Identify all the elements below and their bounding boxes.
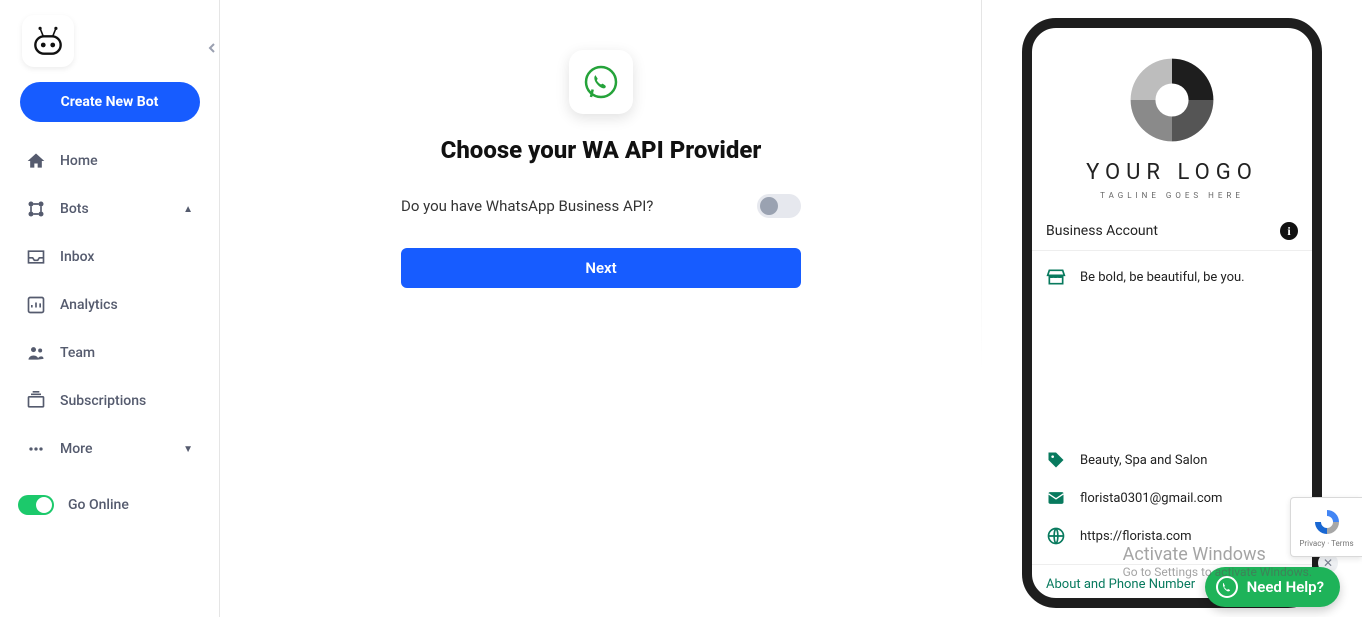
business-account-label: Business Account <box>1046 223 1158 239</box>
bio-row: Be bold, be beautiful, be you. <box>1046 267 1298 287</box>
analytics-icon <box>26 295 46 315</box>
sidebar-item-label: Bots <box>60 201 89 217</box>
sidebar-item-label: Home <box>60 153 98 169</box>
team-icon <box>26 343 46 363</box>
bio-text: Be bold, be beautiful, be you. <box>1080 270 1245 285</box>
business-details: Be bold, be beautiful, be you. Beauty, S… <box>1032 251 1312 564</box>
need-help-button[interactable]: Need Help? <box>1205 567 1340 607</box>
recaptcha-icon <box>1312 507 1342 537</box>
phone-preview: YOUR LOGO TAGLINE GOES HERE Business Acc… <box>1022 18 1322 608</box>
whatsapp-icon <box>581 62 621 102</box>
vertical-divider <box>981 0 982 617</box>
sidebar-item-label: Subscriptions <box>60 393 146 409</box>
info-icon[interactable]: i <box>1280 222 1298 240</box>
sidebar-item-subscriptions[interactable]: Subscriptions <box>10 377 209 425</box>
inbox-icon <box>26 247 46 267</box>
sidebar-collapse-button[interactable] <box>204 40 220 56</box>
sidebar-item-more[interactable]: More ▼ <box>10 425 209 473</box>
home-icon <box>26 151 46 171</box>
tag-icon <box>1046 450 1066 470</box>
api-toggle[interactable] <box>757 194 801 218</box>
brand-text: YOUR LOGO <box>1086 160 1258 185</box>
email-row: florista0301@gmail.com <box>1046 488 1298 508</box>
category-text: Beauty, Spa and Salon <box>1080 453 1207 468</box>
sidebar-item-label: Inbox <box>60 249 94 265</box>
chevron-left-icon <box>207 43 217 53</box>
caret-up-icon: ▲ <box>183 204 193 215</box>
api-question-row: Do you have WhatsApp Business API? <box>401 194 801 218</box>
sidebar: Create New Bot Home Bots ▲ Inbox Analyti… <box>0 0 220 617</box>
recaptcha-text: Privacy · Terms <box>1299 539 1353 548</box>
category-row: Beauty, Spa and Salon <box>1046 450 1298 470</box>
sidebar-item-home[interactable]: Home <box>10 137 209 185</box>
sidebar-item-analytics[interactable]: Analytics <box>10 281 209 329</box>
whatsapp-card <box>569 50 633 114</box>
go-online-toggle[interactable] <box>18 495 54 515</box>
business-logo-icon <box>1126 54 1218 146</box>
store-icon <box>1046 267 1066 287</box>
phone-header: YOUR LOGO TAGLINE GOES HERE <box>1032 28 1312 212</box>
bots-icon <box>26 199 46 219</box>
sidebar-item-inbox[interactable]: Inbox <box>10 233 209 281</box>
mail-icon <box>1046 488 1066 508</box>
subscriptions-icon <box>26 391 46 411</box>
brand-tagline: TAGLINE GOES HERE <box>1100 191 1244 200</box>
setup-pane: Choose your WA API Provider Do you have … <box>220 0 982 617</box>
whatsapp-small-icon <box>1215 575 1239 599</box>
create-new-bot-button[interactable]: Create New Bot <box>20 82 200 122</box>
sidebar-item-label: Analytics <box>60 297 118 313</box>
website-text: https://florista.com <box>1080 529 1192 544</box>
sidebar-item-team[interactable]: Team <box>10 329 209 377</box>
main-area: Choose your WA API Provider Do you have … <box>220 0 1362 617</box>
sidebar-item-label: More <box>60 441 93 457</box>
go-online-label: Go Online <box>68 497 129 513</box>
recaptcha-badge[interactable]: Privacy · Terms <box>1290 497 1362 557</box>
setup-heading: Choose your WA API Provider <box>441 136 762 164</box>
more-icon <box>26 439 46 459</box>
next-button[interactable]: Next <box>401 248 801 288</box>
sidebar-item-bots[interactable]: Bots ▲ <box>10 185 209 233</box>
sidebar-nav: Home Bots ▲ Inbox Analytics Team Subscri… <box>10 137 209 473</box>
globe-icon <box>1046 526 1066 546</box>
robot-icon <box>29 22 67 60</box>
sidebar-item-label: Team <box>60 345 95 361</box>
website-row: https://florista.com <box>1046 526 1298 546</box>
go-online-row: Go Online <box>10 481 209 529</box>
caret-down-icon: ▼ <box>183 444 193 455</box>
email-text: florista0301@gmail.com <box>1080 491 1222 506</box>
business-account-row: Business Account i <box>1032 212 1312 251</box>
need-help-label: Need Help? <box>1247 578 1324 596</box>
app-logo <box>22 15 74 67</box>
api-question-text: Do you have WhatsApp Business API? <box>401 197 653 215</box>
